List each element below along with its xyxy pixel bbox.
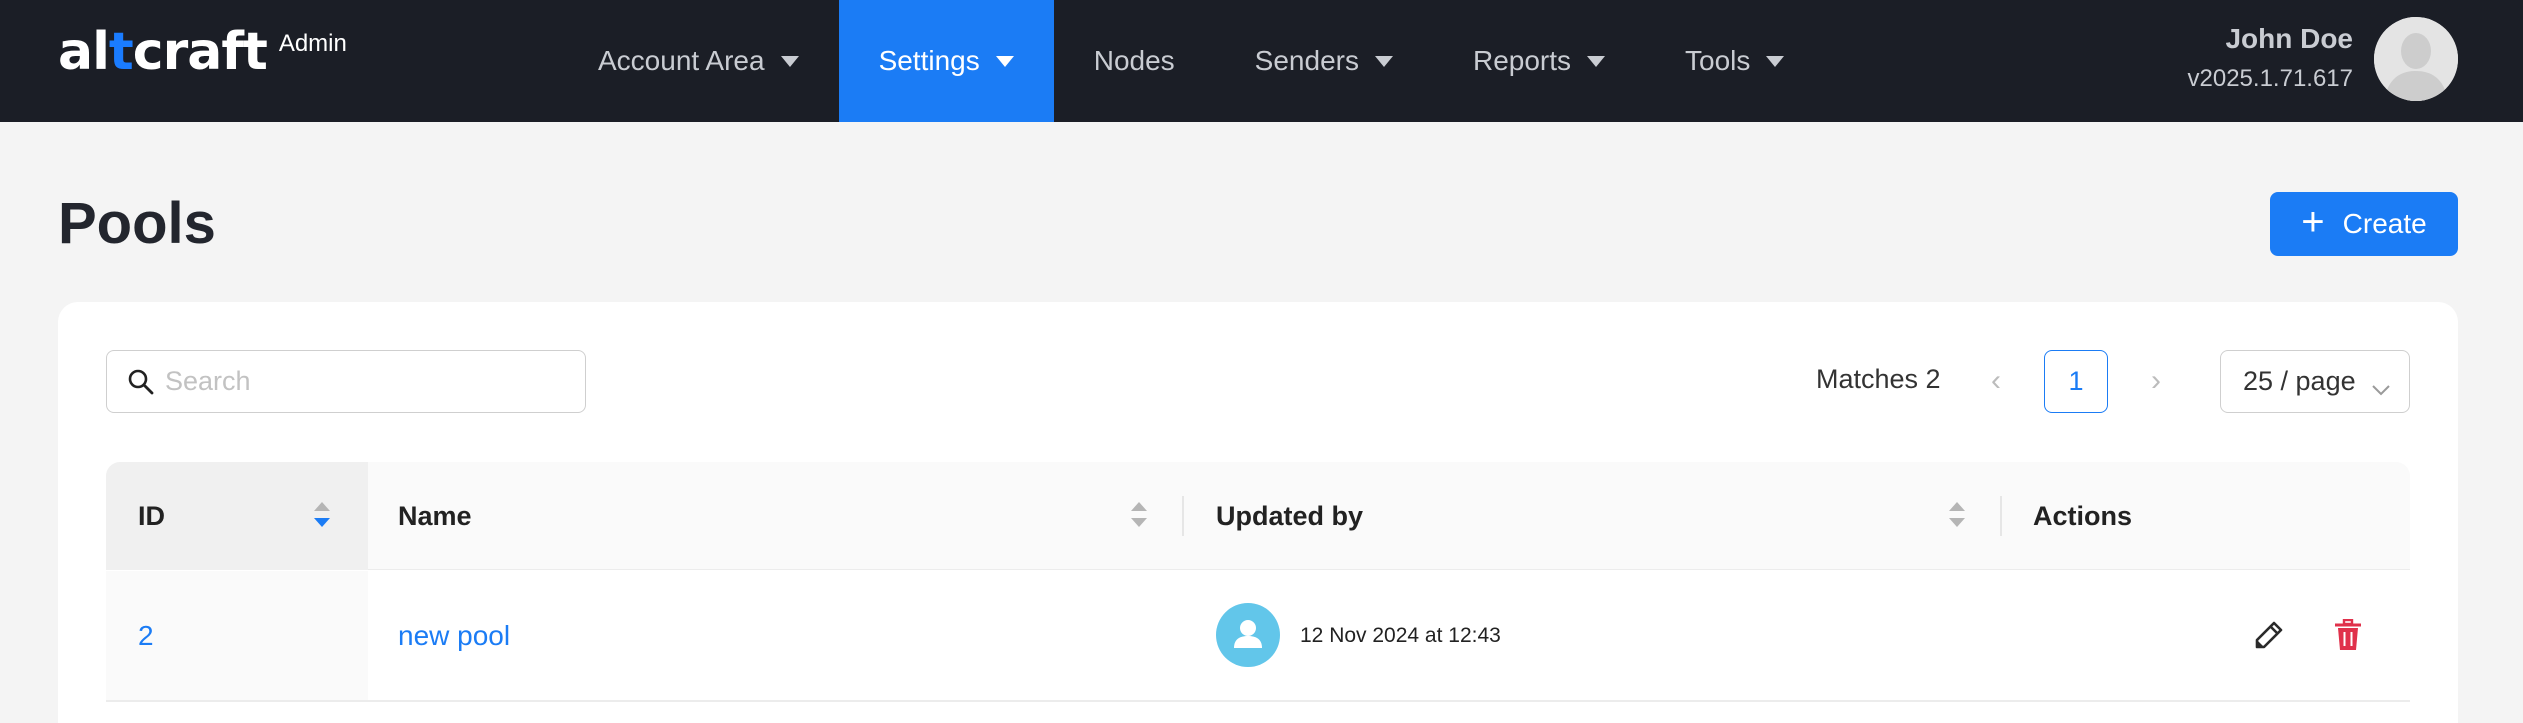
- column-separator: [1182, 496, 1184, 536]
- sort-icon[interactable]: [1130, 500, 1148, 530]
- nav-reports[interactable]: Reports: [1433, 0, 1645, 122]
- row-updated-date: 12 Nov 2024 at 12:43: [1300, 624, 1501, 647]
- user-name: John Doe: [2225, 23, 2353, 54]
- search-icon: [127, 368, 155, 401]
- page-size-select[interactable]: 25 / page: [2220, 350, 2410, 413]
- pagination-page-current[interactable]: 1: [2044, 350, 2108, 413]
- main-nav: Account Area Settings Nodes Senders Repo…: [558, 0, 1824, 122]
- nav-tools[interactable]: Tools: [1645, 0, 1824, 122]
- trash-icon[interactable]: [2334, 618, 2362, 656]
- row-id-link[interactable]: 2: [138, 620, 154, 652]
- nav-settings[interactable]: Settings: [838, 0, 1054, 122]
- column-header-actions: Actions: [2033, 501, 2133, 531]
- caret-down-icon: [995, 55, 1014, 67]
- sort-icon[interactable]: [313, 500, 331, 530]
- chevron-left-icon[interactable]: ‹: [1981, 366, 2011, 396]
- chevron-down-icon: [2371, 373, 2391, 404]
- logo-wordmark: altcraft: [58, 22, 268, 82]
- plus-icon: +: [2301, 200, 2325, 244]
- search-box[interactable]: [106, 350, 586, 413]
- user-info[interactable]: John Doe v2025.1.71.617: [2188, 20, 2353, 96]
- altcraft-logo[interactable]: altcraft Admin: [58, 22, 347, 82]
- caret-down-icon: [1587, 55, 1606, 67]
- column-header-updated-by[interactable]: Updated by: [1216, 500, 1363, 532]
- matches-count: Matches 2: [1816, 364, 1941, 394]
- caret-down-icon: [780, 55, 799, 67]
- nav-nodes[interactable]: Nodes: [1054, 0, 1215, 122]
- user-avatar-icon: [1216, 603, 1280, 667]
- caret-down-icon: [1374, 55, 1393, 67]
- nav-senders[interactable]: Senders: [1215, 0, 1433, 122]
- sort-icon[interactable]: [1948, 500, 1966, 530]
- user-avatar-icon[interactable]: [2374, 17, 2458, 101]
- pencil-icon[interactable]: [2254, 620, 2284, 655]
- column-header-id[interactable]: ID: [138, 500, 165, 532]
- app-version: v2025.1.71.617: [2187, 65, 2353, 92]
- page-title: Pools: [58, 191, 216, 256]
- caret-down-icon: [1766, 55, 1785, 67]
- search-input[interactable]: [165, 361, 565, 401]
- logo-admin-badge: Admin: [278, 30, 347, 57]
- chevron-right-icon[interactable]: ›: [2141, 366, 2171, 396]
- row-divider: [106, 700, 2410, 702]
- nav-account-area[interactable]: Account Area: [558, 0, 839, 122]
- create-button[interactable]: + Create: [2270, 192, 2458, 256]
- column-separator: [2000, 496, 2002, 536]
- column-header-name[interactable]: Name: [398, 500, 472, 532]
- row-name-link[interactable]: new pool: [398, 620, 510, 652]
